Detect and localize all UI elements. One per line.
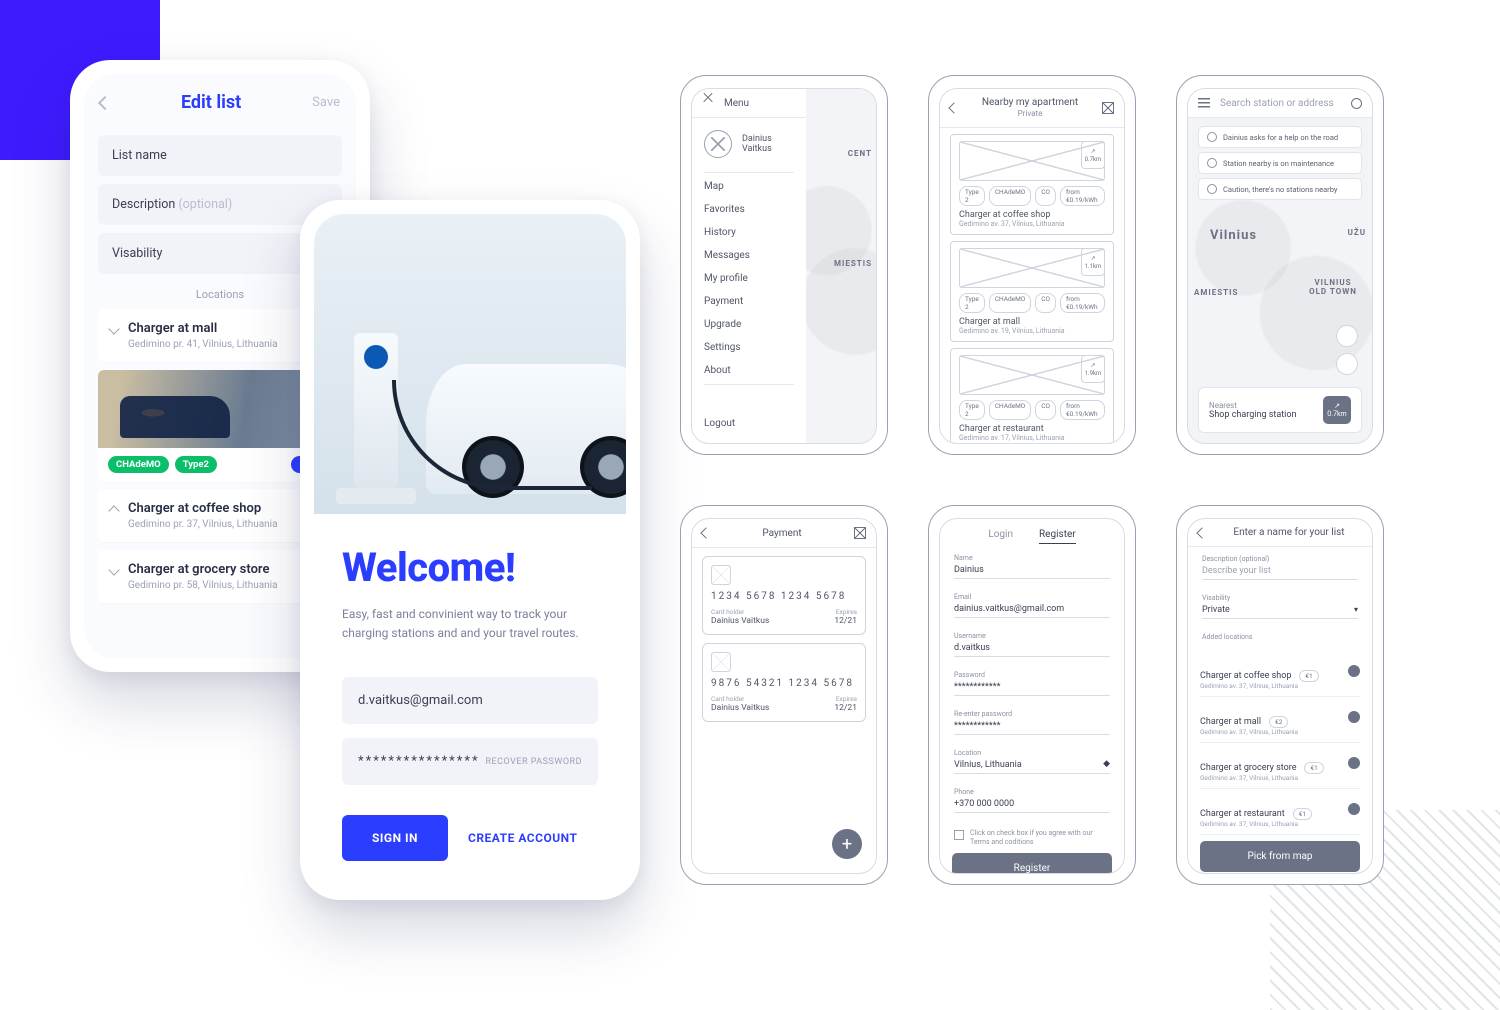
name-field[interactable]: Dainius [954,562,1110,579]
menu-item[interactable]: About [692,359,806,382]
added-location[interactable]: Charger at coffee shop €1Gedimino av. 37… [1200,657,1360,697]
search-input[interactable]: Search station or address [1220,98,1341,109]
chip-chademo: CHAdeMO [108,456,169,473]
menu-item[interactable]: Payment [692,290,806,313]
register-button[interactable]: Register [952,853,1112,874]
map-preview: CENT MIESTIS [806,89,876,443]
notification[interactable]: Station nearby is on maintenance [1198,152,1362,174]
wireframe-register: LoginRegister NameDainius Emaildainius.v… [928,505,1136,885]
welcome-tagline: Easy, fast and convinient way to track y… [342,605,598,643]
menu-item[interactable]: Settings [692,336,806,359]
payment-title: Payment [720,528,844,539]
back-icon[interactable] [948,102,959,113]
newlist-title: Enter a name for your list [1216,527,1362,538]
chip-type2: Type2 [175,456,217,473]
chevron-down-icon [108,323,119,334]
list-name-field[interactable]: List name [98,135,342,176]
avatar [704,130,732,158]
menu-item[interactable]: Messages [692,244,806,267]
close-icon[interactable] [702,97,714,109]
nearest-card[interactable]: NearestShop charging station ↗0.7km [1198,387,1362,433]
added-location[interactable]: Charger at mall €2Gedimino av. 37, Vilni… [1200,703,1360,743]
menu-item[interactable]: My profile [692,267,806,290]
add-card-button[interactable]: + [832,829,862,859]
email-field[interactable]: dainius.vaitkus@gmail.com [954,601,1110,618]
menu-item[interactable]: History [692,221,806,244]
chevron-up-icon [108,505,119,516]
page-title: Edit list [181,92,241,113]
sign-in-button[interactable]: SIGN IN [342,815,448,861]
wireframe-payment: Payment 1234 5678 1234 5678 Card holderD… [680,505,888,885]
map[interactable]: Dainius asks for a help on the road Stat… [1188,118,1372,443]
mockup-welcome: Welcome! Easy, fast and convinient way t… [300,200,640,900]
credit-card[interactable]: 1234 5678 1234 5678 Card holderDainius V… [702,556,866,635]
remove-icon[interactable] [1348,803,1360,815]
recover-password-link[interactable]: RECOVER PASSWORD [486,757,583,767]
hero-image [314,214,626,514]
location-field[interactable]: Vilnius, Lithuania◆ [954,757,1110,774]
nearby-items: Type 2CHAdeMOCOfrom €0.19/kWh Charger at… [940,128,1124,444]
back-icon[interactable] [98,95,112,109]
wireframe-menu: Menu DainiusVaitkus MapFavoritesHistoryM… [680,75,888,455]
hamburger-icon[interactable] [1198,97,1210,109]
notification[interactable]: Dainius asks for a help on the road [1198,126,1362,148]
remove-icon[interactable] [1348,757,1360,769]
phone-field[interactable]: +370 000 0000 [954,796,1110,813]
navigate-icon[interactable]: ↗1.9km [1081,355,1105,383]
menu-title: Menu [724,98,796,109]
nearby-title: Nearby my apartmentPrivate [968,97,1092,119]
password-field[interactable]: **************** RECOVER PASSWORD [342,738,598,785]
station-card[interactable]: Type 2CHAdeMOCOfrom €0.19/kWh Charger at… [950,134,1114,235]
wireframe-map-search: Search station or address Dainius asks f… [1176,75,1384,455]
back-icon[interactable] [1196,527,1207,538]
search-icon[interactable] [1351,98,1362,109]
layers-icon[interactable] [1336,353,1358,375]
password-confirm-field[interactable]: ************ [954,718,1110,735]
tab-register[interactable]: Register [1039,529,1076,544]
menu-items: MapFavoritesHistoryMessagesMy profilePay… [692,175,806,382]
remove-icon[interactable] [1348,665,1360,677]
back-icon[interactable] [700,527,711,538]
navigate-icon[interactable]: ↗0.7km [1081,141,1105,169]
station-card[interactable]: Type 2CHAdeMOCOfrom €0.19/kWh Charger at… [950,348,1114,444]
user-block[interactable]: DainiusVaitkus [692,118,806,170]
station-card[interactable]: Type 2CHAdeMOCOfrom €0.19/kWh Charger at… [950,241,1114,342]
notification[interactable]: Caution, there's no stations nearby [1198,178,1362,200]
email-field[interactable]: d.vaitkus@gmail.com [342,677,598,724]
terms-checkbox[interactable]: Click on check box if you agree with our… [954,829,1110,847]
menu-item[interactable]: Upgrade [692,313,806,336]
grid-icon[interactable] [1102,102,1114,114]
menu-item[interactable]: Map [692,175,806,198]
navigate-icon[interactable]: ↗1.1km [1081,248,1105,276]
added-location[interactable]: Charger at restaurant €1Gedimino av. 37,… [1200,795,1360,835]
charging-station-graphic [354,333,398,488]
logout-link[interactable]: Logout [692,412,806,435]
description-field[interactable]: Describe your list [1202,563,1358,580]
chevron-down-icon [108,564,119,575]
menu-item[interactable]: Favorites [692,198,806,221]
navigate-icon[interactable]: ↗0.7km [1323,396,1351,424]
password-field[interactable]: ************ [954,679,1110,696]
save-button[interactable]: Save [312,95,340,110]
visibility-select[interactable]: Private▾ [1202,602,1358,619]
added-location[interactable]: Charger at grocery store €1Gedimino av. … [1200,749,1360,789]
username-field[interactable]: d.vaitkus [954,640,1110,657]
credit-card[interactable]: 9876 54321 1234 5678 Card holderDainius … [702,643,866,722]
tab-login[interactable]: Login [988,529,1013,544]
card-icon[interactable] [854,527,866,539]
welcome-heading: Welcome! [342,544,598,591]
remove-icon[interactable] [1348,711,1360,723]
create-account-link[interactable]: CREATE ACCOUNT [468,831,577,845]
locate-icon[interactable] [1336,325,1358,347]
wireframe-new-list: Enter a name for your list Description (… [1176,505,1384,885]
pick-from-map-button[interactable]: Pick from map [1200,841,1360,872]
wireframe-nearby: Nearby my apartmentPrivate Type 2CHAdeMO… [928,75,1136,455]
